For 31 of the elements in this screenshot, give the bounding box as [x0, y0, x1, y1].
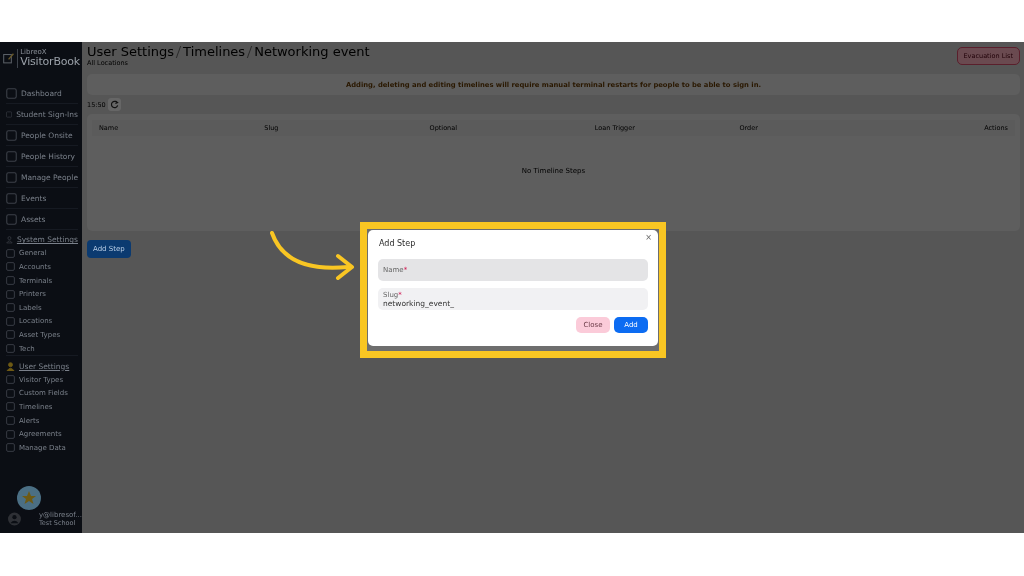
- refresh-button[interactable]: [107, 98, 121, 111]
- outline-square-icon: [6, 262, 15, 272]
- outline-square-icon: [6, 276, 15, 286]
- logo-name: VisitorBook: [20, 55, 80, 68]
- refresh-icon: [109, 100, 119, 109]
- outline-square-icon: [6, 171, 17, 183]
- breadcrumb-item[interactable]: User Settings: [87, 44, 175, 59]
- breadcrumb-item[interactable]: Timelines: [183, 44, 246, 59]
- outline-square-icon: [6, 429, 15, 439]
- outline-square-icon: [6, 330, 15, 340]
- outline-square-icon: [6, 108, 13, 120]
- outline-square-icon: [6, 416, 15, 425]
- outline-square-icon: [6, 375, 15, 385]
- dialog-title: Add Step: [379, 239, 417, 248]
- breadcrumb-item[interactable]: Networking event: [254, 44, 370, 59]
- outline-square-icon: [6, 388, 15, 398]
- outline-square-icon: [6, 129, 17, 141]
- outline-square-icon: [6, 443, 15, 453]
- outline-square-icon: [6, 150, 17, 162]
- outline-square-icon: [6, 316, 15, 326]
- outline-square-icon: [6, 192, 17, 204]
- outline-square-icon: [6, 402, 15, 412]
- outline-square-icon: [6, 87, 17, 99]
- avatar-icon: [8, 512, 21, 526]
- star-logo-icon: [16, 485, 42, 511]
- outline-square-icon: [6, 213, 17, 225]
- close-button[interactable]: ×: [645, 233, 652, 242]
- outline-square-icon: [6, 344, 15, 354]
- outline-square-icon: [6, 303, 15, 313]
- outline-square-icon: [6, 248, 15, 258]
- outline-square-icon: [6, 289, 15, 299]
